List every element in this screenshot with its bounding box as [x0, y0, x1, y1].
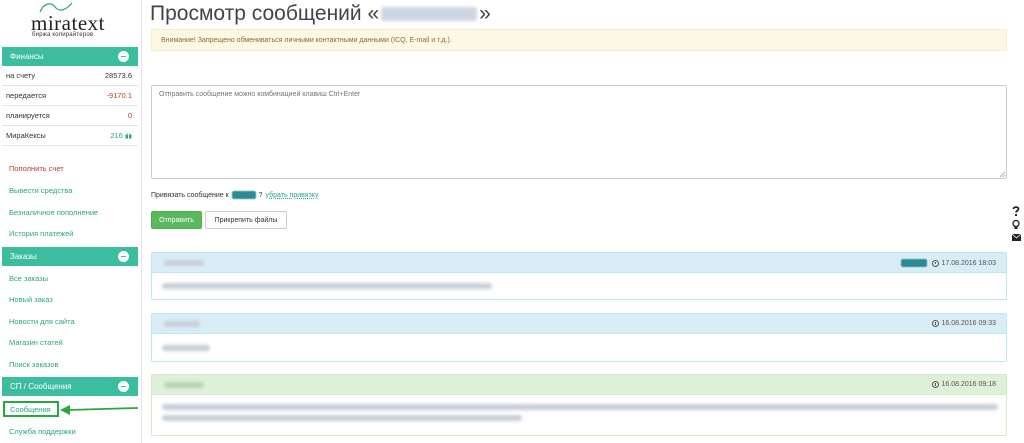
orders-header[interactable]: Заказы — [2, 247, 138, 266]
collapse-icon[interactable] — [118, 381, 129, 392]
logo-subtitle: биржа копирайтеров — [32, 32, 94, 38]
finance-title: Финансы — [10, 52, 44, 61]
message-date: 16.08.2016 09:33 — [931, 320, 997, 327]
orders-title: Заказы — [10, 252, 37, 261]
nav-link-cashless[interactable]: Безналичное пополнение — [9, 208, 98, 217]
page-title-suffix: » — [479, 2, 491, 25]
redacted-author — [164, 320, 200, 327]
resize-handle-icon[interactable] — [999, 171, 1006, 178]
nav-link-support[interactable]: Служба поддержки — [9, 427, 76, 436]
warning-text: Внимание! Запрещено обмениваться личными… — [161, 36, 452, 44]
clock-icon — [931, 381, 939, 388]
finance-row-balance: на счету 28573.6 — [2, 66, 138, 86]
redacted-author — [164, 259, 204, 266]
message-date-text: 16.08.2016 09:33 — [941, 320, 997, 327]
nav-link-withdraw[interactable]: Вывести средства — [9, 186, 72, 195]
nav-link-topup[interactable]: Пополнить счет — [9, 164, 64, 173]
message-card: 16.08.2016 09:18 — [151, 374, 1007, 436]
attach-files-button[interactable]: Прикрепить файлы — [205, 211, 287, 229]
nav-link-payment-history[interactable]: История платежей — [9, 229, 73, 238]
side-toolbar — [1010, 206, 1022, 241]
finance-row-mirakeksy: МираКексы 216 — [2, 126, 138, 146]
redacted-author — [164, 381, 204, 388]
clock-icon — [931, 320, 939, 327]
bind-row: Привязать сообщение к ? убрать привязку — [151, 191, 318, 199]
message-date-text: 16.08.2016 09:18 — [941, 381, 997, 388]
message-input[interactable] — [151, 85, 1007, 179]
page-title: Просмотр сообщений « » — [150, 2, 491, 26]
message-date: 16.08.2016 09:18 — [931, 381, 997, 388]
nav-link-all-orders[interactable]: Все заказы — [9, 274, 48, 283]
warning-alert: Внимание! Запрещено обмениваться личными… — [151, 29, 1007, 51]
message-header: 16.08.2016 09:18 — [152, 375, 1006, 395]
redacted-message-text — [162, 345, 210, 351]
messages-title: СП / Сообщения — [10, 382, 72, 391]
highlight-arrow-icon — [60, 405, 139, 415]
message-body — [152, 334, 1006, 361]
finance-row-label: передается — [6, 91, 47, 100]
redacted-message-text — [162, 404, 998, 410]
message-date-text: 17.08.2016 18:03 — [941, 259, 997, 267]
message-card: 16.08.2016 09:33 — [151, 313, 1007, 362]
finance-row-label: на счету — [6, 71, 36, 80]
redacted-message-text — [162, 415, 522, 421]
lightbulb-icon[interactable] — [1012, 220, 1020, 230]
page-title-prefix: Просмотр сообщений « — [150, 2, 380, 25]
envelope-icon[interactable] — [1011, 234, 1021, 241]
bind-label: Привязать сообщение к — [151, 191, 229, 199]
bind-question: ? — [258, 191, 263, 199]
finance-row-label: МираКексы — [6, 131, 46, 140]
finance-row-transfer: передается -9170.1 — [2, 86, 138, 106]
nav-link-messages-active[interactable]: Сообщения — [3, 401, 59, 417]
message-header: 17.08.2016 18:03 — [152, 253, 1006, 273]
finance-row-label: планируется — [6, 111, 50, 120]
question-icon[interactable] — [1012, 206, 1020, 216]
nav-link-site-news[interactable]: Новости для сайта — [9, 317, 75, 326]
message-header: 16.08.2016 09:33 — [152, 314, 1006, 334]
redacted-order-tag[interactable] — [231, 191, 256, 199]
finance-row-value: -9170.1 — [106, 91, 132, 100]
finance-row-value: 28573.6 — [104, 71, 132, 80]
collapse-icon[interactable] — [118, 251, 129, 262]
nav-link-order-search[interactable]: Поиск заказов — [9, 360, 59, 369]
message-card: 17.08.2016 18:03 — [151, 252, 1007, 300]
nav-link-messages: Сообщения — [10, 404, 51, 414]
nav-link-new-order[interactable]: Новый заказ — [9, 295, 53, 304]
logo[interactable]: miratext биржа копирайтеров — [0, 0, 141, 44]
unbind-link[interactable]: убрать привязку — [266, 192, 319, 199]
collapse-icon[interactable] — [118, 51, 129, 62]
redacted-username — [381, 7, 478, 22]
message-date: 17.08.2016 18:03 — [900, 259, 997, 267]
gift-icon — [125, 133, 132, 139]
sidebar: miratext биржа копирайтеров Финансы на с… — [0, 0, 142, 443]
message-body — [152, 273, 1006, 299]
messages-header[interactable]: СП / Сообщения — [2, 377, 138, 396]
finance-row-value-wrap: 216 — [110, 131, 132, 140]
finance-row-value: 0 — [127, 111, 132, 120]
send-button[interactable]: Отправить — [151, 211, 202, 229]
redacted-order-tag[interactable] — [900, 259, 927, 267]
redacted-message-text — [162, 283, 492, 289]
clock-icon — [931, 259, 939, 267]
nav-link-article-shop[interactable]: Магазин статей — [9, 338, 63, 347]
finance-header[interactable]: Финансы — [2, 47, 138, 66]
finance-row-planned: планируется 0 — [2, 106, 138, 126]
message-body — [152, 395, 1006, 435]
finance-row-value: 216 — [110, 131, 123, 140]
